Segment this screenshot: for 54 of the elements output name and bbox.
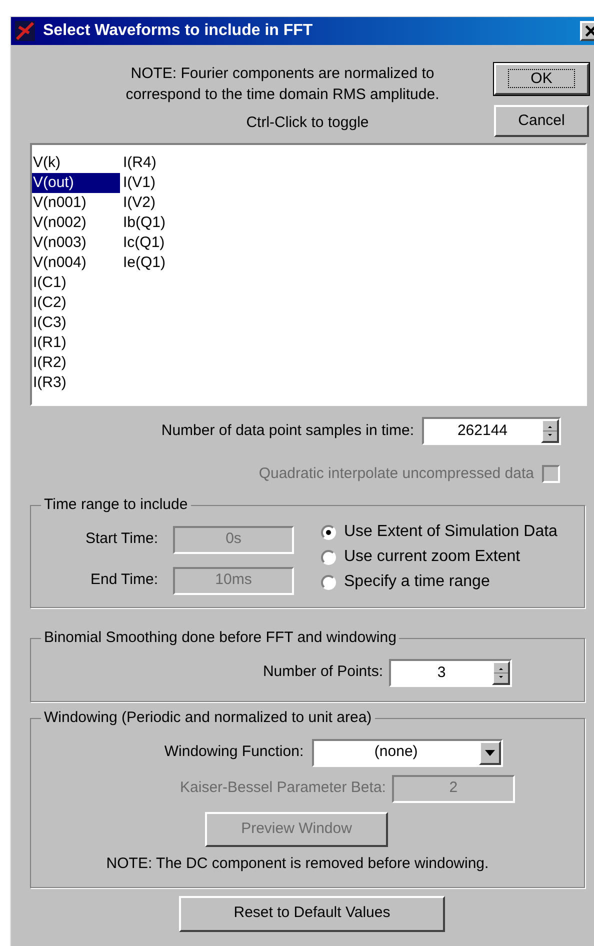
samples-label: Number of data point samples in time: xyxy=(161,420,414,441)
field-value: 2 xyxy=(449,778,458,798)
waveform-item[interactable]: Ie(Q1) xyxy=(122,253,210,273)
radio-label: Use Extent of Simulation Data xyxy=(344,522,558,542)
beta-label: Kaiser-Bessel Parameter Beta: xyxy=(180,778,386,798)
waveform-item[interactable]: V(n002) xyxy=(32,213,120,233)
time-label: End Time: xyxy=(90,570,158,590)
radio-label: Use current zoom Extent xyxy=(344,547,520,567)
waveform-item[interactable]: V(out) xyxy=(32,173,120,193)
time-label: Start Time: xyxy=(85,529,158,550)
waveform-item[interactable]: I(R1) xyxy=(32,333,120,353)
waveform-item[interactable]: I(C3) xyxy=(32,313,120,333)
waveform-item[interactable]: I(R3) xyxy=(32,373,120,393)
waveform-item[interactable]: V(k) xyxy=(32,153,120,173)
window-title: Select Waveforms to include in FFT xyxy=(43,21,314,41)
radio-option[interactable]: Use current zoom Extent xyxy=(321,544,558,570)
radio-label: Specify a time range xyxy=(344,572,490,592)
points-label: Number of Points: xyxy=(262,662,383,682)
dropdown-value: (none) xyxy=(373,742,419,762)
radio-icon[interactable] xyxy=(321,524,336,540)
spin-arrows-icon[interactable] xyxy=(541,419,559,443)
waveform-item[interactable]: V(n001) xyxy=(32,193,120,213)
waveform-item[interactable]: I(C1) xyxy=(32,273,120,293)
radio-option[interactable]: Specify a time range xyxy=(321,570,558,594)
normalization-note: NOTE: Fourier components are normalized to correspond to the time domain RMS amplitude. xyxy=(124,64,440,105)
field-value: 0s xyxy=(226,529,242,550)
app-logo-icon xyxy=(15,21,35,41)
spin-field[interactable]: 262144 xyxy=(422,417,561,445)
waveform-item[interactable]: V(n004) xyxy=(32,253,120,273)
waveform-item[interactable]: V(n003) xyxy=(32,233,120,253)
waveform-item[interactable]: I(C2) xyxy=(32,293,120,313)
reset-button[interactable]: Reset to Default Values xyxy=(179,896,445,932)
field-value: 3 xyxy=(436,662,447,682)
waveform-item[interactable]: I(R2) xyxy=(32,353,120,373)
function-dropdown[interactable]: (none) xyxy=(312,738,503,766)
radio-icon[interactable] xyxy=(321,550,336,564)
dialog-button[interactable]: Cancel xyxy=(494,105,589,137)
quadratic-label: Quadratic interpolate uncompressed data xyxy=(258,464,534,484)
waveform-item[interactable]: Ic(Q1) xyxy=(122,233,210,253)
field-value: 10ms xyxy=(215,570,252,590)
waveform-list[interactable]: V(k) V(out) V(n001) V(n002) V(n003) V(n004) I(C1) I(C2) I(C3) I(R1) I(R2) I(R3) I(R4) I(V1) I(V2) Ib(Q1) Ic(Q1) Ie(Q1) xyxy=(30,143,587,406)
toggle-hint: Ctrl-Click to toggle xyxy=(246,113,369,133)
waveform-item[interactable]: Ib(Q1) xyxy=(122,213,210,233)
radio-icon[interactable] xyxy=(321,574,336,590)
dc-note: NOTE: The DC component is removed before windowing. xyxy=(106,854,489,874)
waveform-item[interactable]: I(V1) xyxy=(122,173,210,193)
spin-field[interactable]: 3 xyxy=(389,658,512,686)
radio-option[interactable]: Use Extent of Simulation Data xyxy=(321,520,558,544)
dialog-button[interactable]: OK xyxy=(494,63,589,95)
waveform-item[interactable]: I(V2) xyxy=(122,193,210,213)
function-label: Windowing Function: xyxy=(164,742,304,762)
field-value: 262144 xyxy=(456,421,509,441)
spin-arrows-icon[interactable] xyxy=(492,660,510,684)
waveform-item[interactable]: I(R4) xyxy=(122,153,210,173)
